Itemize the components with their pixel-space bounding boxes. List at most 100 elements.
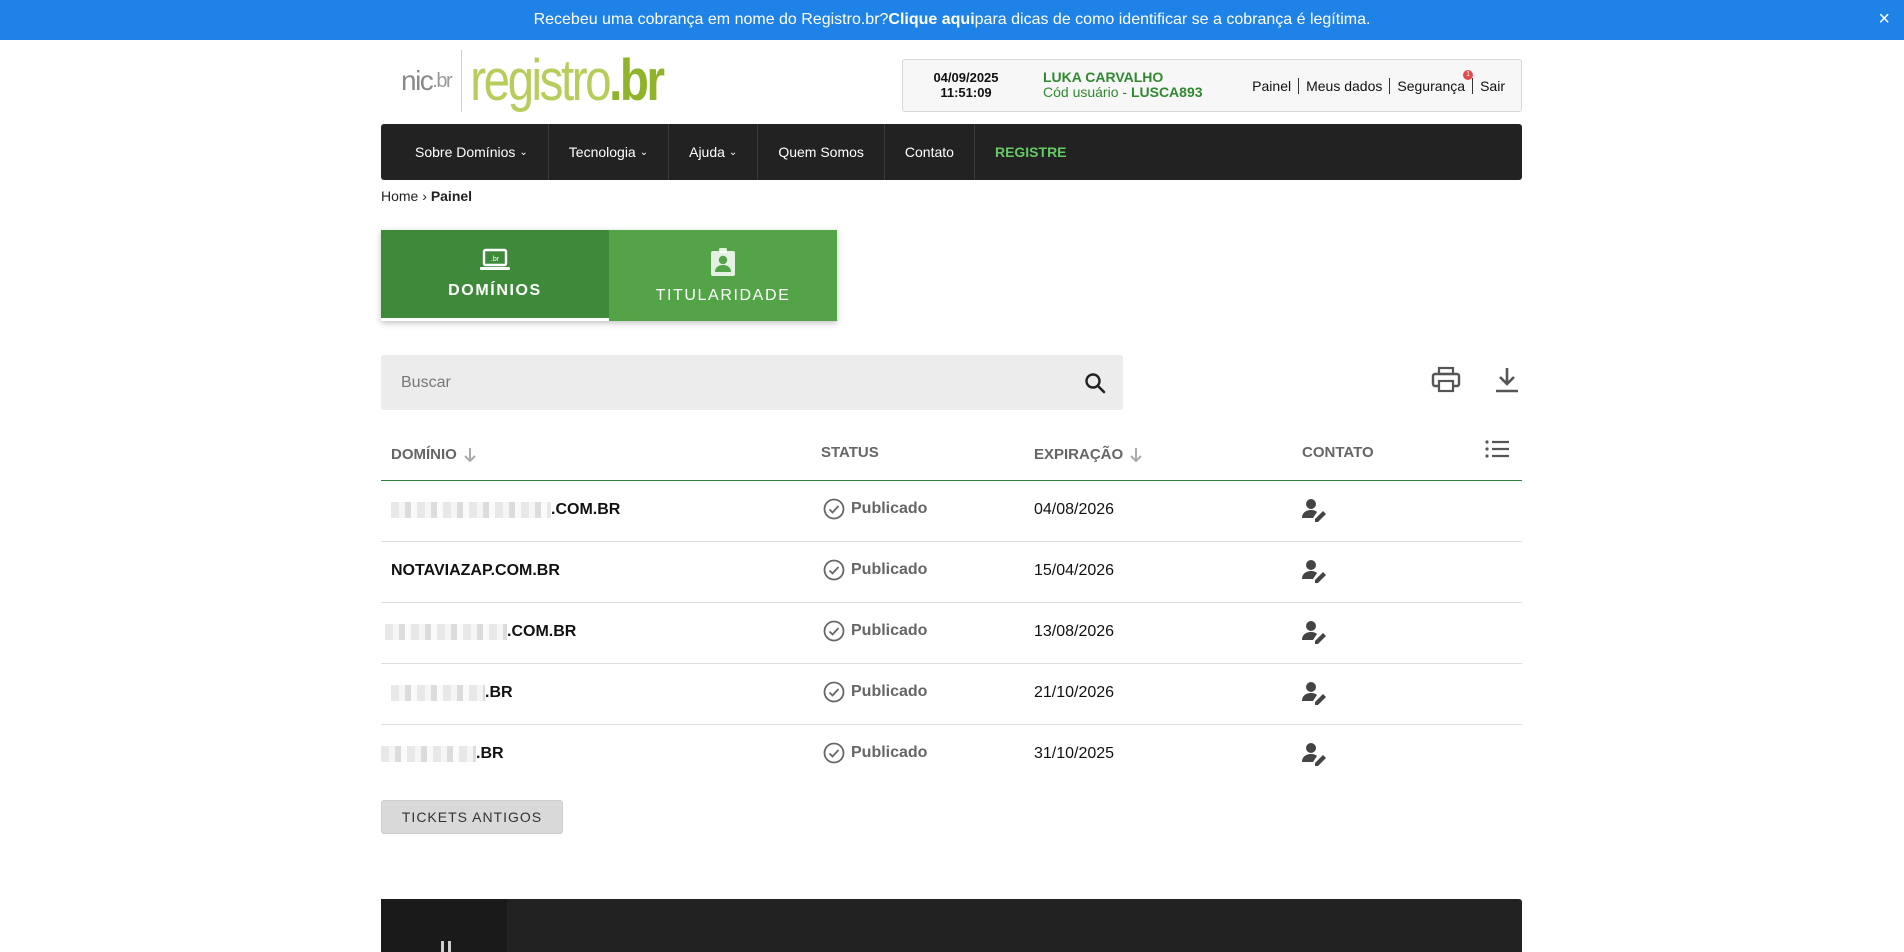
tickets-antigos-button[interactable]: TICKETS ANTIGOS bbox=[381, 800, 563, 834]
status-cell: Publicado bbox=[823, 681, 927, 703]
domain-suffix: .BR bbox=[476, 745, 504, 762]
redacted-text bbox=[391, 502, 551, 518]
check-circle-icon bbox=[823, 498, 845, 520]
breadcrumb-separator: › bbox=[422, 188, 427, 204]
chevron-down-icon: ⌄ bbox=[519, 146, 528, 158]
download-icon[interactable] bbox=[1493, 366, 1521, 394]
domain-suffix: .COM.BR bbox=[551, 501, 621, 518]
table-row[interactable]: .COM.BR Publicado 04/08/2026 bbox=[381, 481, 1522, 542]
nic-br-logo: nic .br bbox=[401, 50, 463, 112]
status-cell: Publicado bbox=[823, 620, 927, 642]
table-header: DOMÍNIO STATUS EXPIRAÇÃO CONTATO bbox=[381, 430, 1522, 481]
banner-link[interactable]: Clique aqui bbox=[888, 11, 974, 29]
list-icon[interactable] bbox=[1484, 438, 1510, 462]
nav-ajuda[interactable]: Ajuda ⌄ bbox=[669, 124, 759, 180]
print-icon[interactable] bbox=[1431, 366, 1461, 394]
column-label: STATUS bbox=[821, 444, 879, 461]
expiration-date: 04/08/2026 bbox=[1034, 501, 1115, 518]
domain-name[interactable]: .COM.BR bbox=[391, 501, 620, 519]
status-text: Publicado bbox=[851, 561, 928, 578]
search-input[interactable] bbox=[381, 355, 1061, 410]
expiration-date: 15/04/2026 bbox=[1034, 562, 1115, 579]
contact-edit-icon[interactable] bbox=[1301, 497, 1329, 523]
notice-banner: Recebeu uma cobrança em nome do Registro… bbox=[0, 0, 1904, 40]
logo-br: .br bbox=[609, 48, 665, 113]
session-date: 04/09/2025 bbox=[933, 70, 999, 85]
user-code-label: Cód usuário - bbox=[1043, 84, 1131, 100]
contact-edit-icon[interactable] bbox=[1301, 680, 1329, 706]
redacted-text bbox=[391, 685, 485, 701]
domain-name[interactable]: .BR bbox=[381, 745, 504, 763]
nav-quem-somos[interactable]: Quem Somos bbox=[758, 124, 885, 180]
svg-text:.br: .br bbox=[491, 256, 500, 263]
meus-dados-link[interactable]: Meus dados bbox=[1306, 78, 1382, 94]
check-circle-icon bbox=[823, 620, 845, 642]
status-cell: Publicado bbox=[823, 498, 927, 520]
registro-br-logo[interactable]: nic .br registro.br bbox=[401, 50, 707, 112]
painel-link[interactable]: Painel bbox=[1252, 78, 1291, 94]
status-cell: Publicado bbox=[823, 559, 927, 581]
column-domain-sort[interactable]: DOMÍNIO bbox=[391, 446, 477, 463]
session-time: 11:51:09 bbox=[940, 85, 992, 100]
table-row[interactable]: .COM.BR Publicado 13/08/2026 bbox=[381, 603, 1522, 664]
nav-registre[interactable]: REGISTRE bbox=[975, 124, 1087, 180]
seguranca-link[interactable]: Segurança 1 bbox=[1397, 70, 1474, 94]
expiration-date: 21/10/2026 bbox=[1034, 684, 1115, 701]
column-status: STATUS bbox=[821, 444, 879, 461]
domains-table: DOMÍNIO STATUS EXPIRAÇÃO CONTATO .COM.BR… bbox=[381, 430, 1522, 786]
footer-logo-icon bbox=[441, 941, 451, 952]
site-footer bbox=[381, 899, 1522, 952]
nav-label: Sobre Domínios bbox=[415, 144, 516, 160]
divider bbox=[1298, 78, 1300, 94]
nav-label: Quem Somos bbox=[778, 144, 864, 160]
tab-dominios[interactable]: .br DOMÍNIOS bbox=[381, 230, 609, 321]
breadcrumb-current: Painel bbox=[430, 188, 473, 204]
laptop-icon: .br bbox=[480, 248, 510, 270]
nav-label: Ajuda bbox=[689, 144, 725, 160]
contact-edit-icon[interactable] bbox=[1301, 619, 1329, 645]
nav-label: Tecnologia bbox=[568, 144, 636, 160]
registro-logo-text: registro.br bbox=[462, 48, 665, 113]
column-contact: CONTATO bbox=[1302, 444, 1374, 461]
contact-edit-icon[interactable] bbox=[1301, 558, 1329, 584]
clipboard-account-icon bbox=[711, 247, 735, 276]
domain-name[interactable]: NOTAVIAZAP.COM.BR bbox=[391, 562, 560, 580]
logo-nic-suffix: .br bbox=[432, 69, 452, 92]
status-text: Publicado bbox=[851, 744, 928, 761]
user-code: LUSCA893 bbox=[1130, 84, 1203, 100]
contact-edit-icon[interactable] bbox=[1301, 741, 1329, 767]
tab-titularidade[interactable]: TITULARIDADE bbox=[609, 230, 837, 321]
column-label: DOMÍNIO bbox=[391, 446, 457, 463]
nav-tecnologia[interactable]: Tecnologia ⌄ bbox=[549, 124, 670, 180]
check-circle-icon bbox=[823, 681, 845, 703]
column-label: EXPIRAÇÃO bbox=[1034, 446, 1124, 463]
nav-label: Contato bbox=[904, 144, 954, 160]
banner-text-before: Recebeu uma cobrança em nome do Registro… bbox=[533, 11, 889, 28]
table-row[interactable]: NOTAVIAZAP.COM.BR Publicado 15/04/2026 bbox=[381, 542, 1522, 603]
nav-sobre-dominios[interactable]: Sobre Domínios ⌄ bbox=[395, 124, 549, 180]
sair-link[interactable]: Sair bbox=[1480, 78, 1505, 94]
user-identity: LUKA CARVALHO Cód usuário - LUSCA893 bbox=[1043, 70, 1203, 100]
expiration-date: 31/10/2025 bbox=[1034, 745, 1115, 762]
expiration-date: 13/08/2026 bbox=[1034, 623, 1115, 640]
chevron-down-icon: ⌄ bbox=[639, 146, 649, 158]
nav-contato[interactable]: Contato bbox=[885, 124, 975, 180]
tab-label: DOMÍNIOS bbox=[448, 282, 542, 299]
main-nav: Sobre Domínios ⌄ Tecnologia ⌄ Ajuda ⌄ Quem … bbox=[381, 124, 1522, 180]
domain-name[interactable]: .BR bbox=[391, 684, 513, 702]
check-circle-icon bbox=[823, 559, 845, 581]
column-expiration-sort[interactable]: EXPIRAÇÃO bbox=[1034, 446, 1143, 463]
breadcrumb: Home › Painel bbox=[381, 188, 1522, 204]
logo-nic-text: nic bbox=[401, 65, 434, 96]
close-icon[interactable]: × bbox=[1878, 8, 1890, 30]
domain-name[interactable]: .COM.BR bbox=[385, 623, 576, 641]
table-row[interactable]: .BR Publicado 31/10/2025 bbox=[381, 725, 1522, 786]
breadcrumb-home[interactable]: Home bbox=[381, 188, 418, 204]
user-info-box: 04/09/2025 11:51:09 LUKA CARVALHO Cód us… bbox=[902, 59, 1522, 112]
chevron-down-icon: ⌄ bbox=[728, 146, 738, 158]
status-text: Publicado bbox=[851, 622, 928, 639]
search-icon[interactable] bbox=[1083, 371, 1107, 395]
divider bbox=[1389, 78, 1391, 94]
table-row[interactable]: .BR Publicado 21/10/2026 bbox=[381, 664, 1522, 725]
column-label: CONTATO bbox=[1302, 444, 1374, 461]
